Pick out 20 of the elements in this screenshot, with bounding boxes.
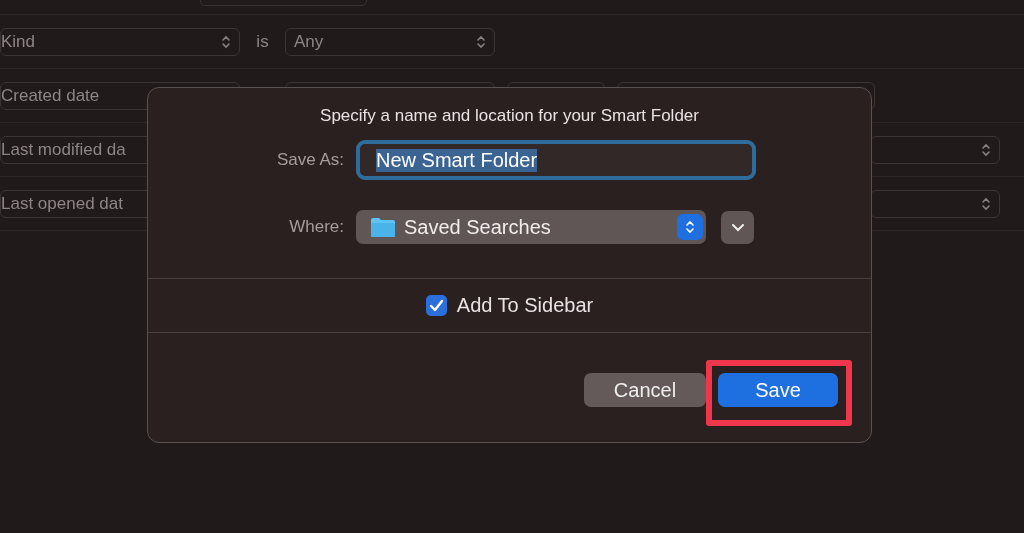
attribute-popup[interactable]: Kind	[0, 27, 240, 56]
chevron-down-icon	[730, 222, 745, 232]
name-field[interactable]: New Smart Folder	[356, 140, 756, 180]
where-label: Where:	[288, 217, 344, 237]
dialog-title: Specify a name and location for your Smart Folder	[320, 106, 699, 126]
checkbox-label: Add To Sidebar	[456, 294, 594, 317]
stepper-icon	[981, 141, 991, 158]
location-popup[interactable]: Saved Searches	[356, 210, 706, 244]
stepper-icon	[685, 219, 695, 235]
save-as-label: Save As:	[275, 150, 344, 170]
checkbox[interactable]	[425, 295, 447, 316]
stepper-icon	[981, 195, 991, 212]
folder-icon	[370, 216, 396, 238]
expand-button[interactable]	[721, 210, 754, 244]
stepper-icon	[476, 33, 486, 50]
stepper-icon	[221, 33, 231, 50]
operator-label: is	[255, 31, 270, 52]
value-popup[interactable]: Any	[285, 27, 495, 56]
save-button[interactable]: Save	[718, 373, 838, 407]
cancel-button[interactable]: Cancel	[584, 373, 706, 407]
